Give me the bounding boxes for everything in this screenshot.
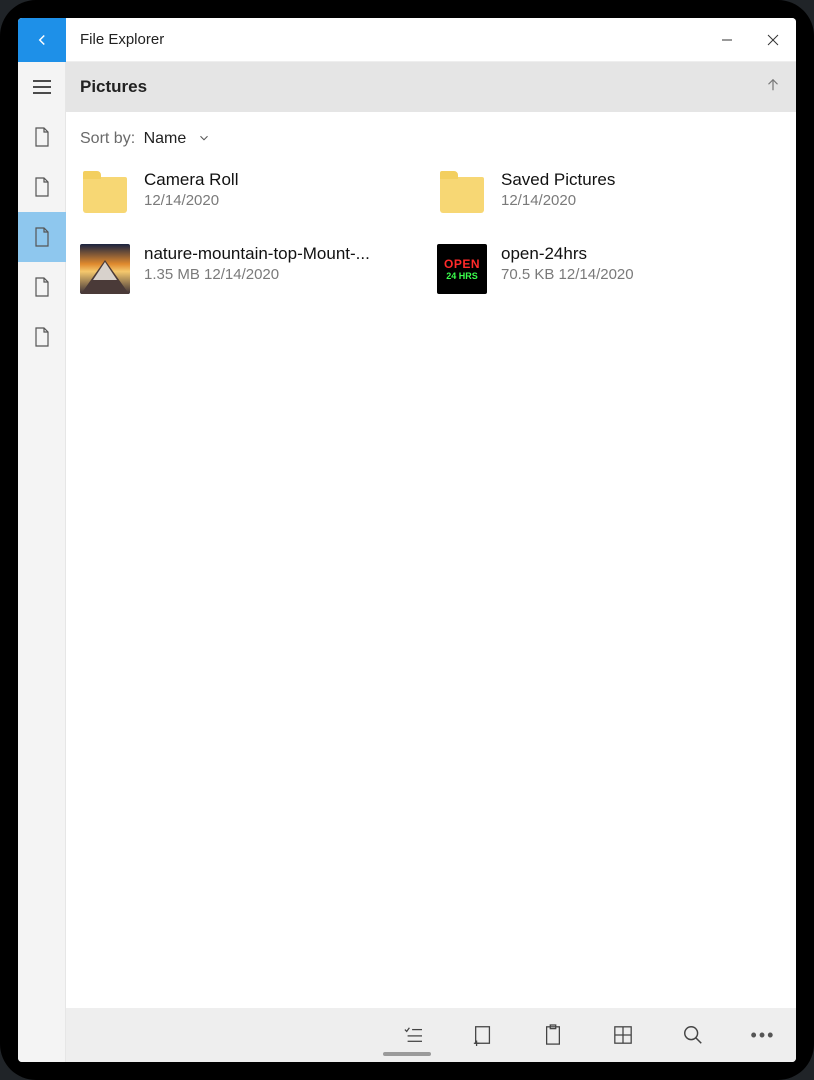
- back-button[interactable]: [18, 18, 66, 62]
- item-sub: 1.35 MB 12/14/2020: [144, 266, 425, 283]
- sidebar-item-3[interactable]: [18, 212, 66, 262]
- minimize-button[interactable]: [704, 18, 750, 62]
- document-icon: [34, 227, 50, 247]
- arrow-left-icon: [33, 31, 51, 49]
- clipboard-icon: [543, 1024, 563, 1046]
- select-button[interactable]: [398, 1020, 428, 1050]
- item-name: Camera Roll: [144, 170, 425, 190]
- document-icon: [34, 177, 50, 197]
- titlebar: File Explorer: [18, 18, 796, 62]
- more-button[interactable]: •••: [748, 1020, 778, 1050]
- sort-value: Name: [144, 130, 187, 147]
- close-icon: [767, 34, 779, 46]
- folder-item[interactable]: Camera Roll 12/14/2020: [80, 170, 425, 220]
- home-indicator[interactable]: [383, 1052, 431, 1056]
- close-button[interactable]: [750, 18, 796, 62]
- sidebar-item-4[interactable]: [18, 262, 66, 312]
- folder-item[interactable]: Saved Pictures 12/14/2020: [437, 170, 782, 220]
- ellipsis-icon: •••: [751, 1025, 776, 1046]
- paste-button[interactable]: [538, 1020, 568, 1050]
- document-icon: [34, 277, 50, 297]
- arrow-up-icon: [764, 76, 782, 94]
- new-item-icon: [472, 1024, 494, 1046]
- bottom-toolbar: •••: [66, 1008, 796, 1062]
- document-icon: [34, 327, 50, 347]
- app-window: File Explorer: [18, 18, 796, 1062]
- chevron-down-icon: [197, 131, 211, 145]
- up-button[interactable]: [764, 76, 782, 99]
- image-thumbnail: [80, 244, 130, 294]
- search-button[interactable]: [678, 1020, 708, 1050]
- menu-button[interactable]: [18, 62, 66, 112]
- item-sub: 70.5 KB 12/14/2020: [501, 266, 782, 283]
- grid-icon: [613, 1025, 633, 1045]
- checklist-icon: [402, 1026, 424, 1044]
- item-sub: 12/14/2020: [501, 192, 782, 209]
- main-area: Pictures Sort by: Name Camera Rol: [66, 62, 796, 1062]
- folder-icon: [437, 170, 487, 220]
- hamburger-icon: [32, 80, 52, 94]
- layout-button[interactable]: [608, 1020, 638, 1050]
- breadcrumb-bar: Pictures: [66, 62, 796, 112]
- item-name: Saved Pictures: [501, 170, 782, 190]
- document-icon: [34, 127, 50, 147]
- image-thumbnail: OPEN 24 HRS: [437, 244, 487, 294]
- sort-control[interactable]: Sort by: Name: [66, 112, 796, 158]
- app-body: Pictures Sort by: Name Camera Rol: [18, 62, 796, 1062]
- search-icon: [682, 1024, 704, 1046]
- sidebar-item-2[interactable]: [18, 162, 66, 212]
- sidebar-item-1[interactable]: [18, 112, 66, 162]
- new-button[interactable]: [468, 1020, 498, 1050]
- sidebar-item-5[interactable]: [18, 312, 66, 362]
- image-item[interactable]: nature-mountain-top-Mount-... 1.35 MB 12…: [80, 244, 425, 294]
- device-frame: File Explorer: [0, 0, 814, 1080]
- image-item[interactable]: OPEN 24 HRS open-24hrs 70.5 KB 12/14/202…: [437, 244, 782, 294]
- minimize-icon: [721, 34, 733, 46]
- sort-label: Sort by:: [80, 130, 135, 147]
- app-title: File Explorer: [66, 31, 704, 48]
- item-sub: 12/14/2020: [144, 192, 425, 209]
- breadcrumb-current[interactable]: Pictures: [80, 77, 147, 97]
- item-name: open-24hrs: [501, 244, 782, 264]
- item-name: nature-mountain-top-Mount-...: [144, 244, 425, 264]
- folder-icon: [80, 170, 130, 220]
- sidebar: [18, 62, 66, 1062]
- file-grid: Camera Roll 12/14/2020 Saved Pictures 12…: [66, 158, 796, 306]
